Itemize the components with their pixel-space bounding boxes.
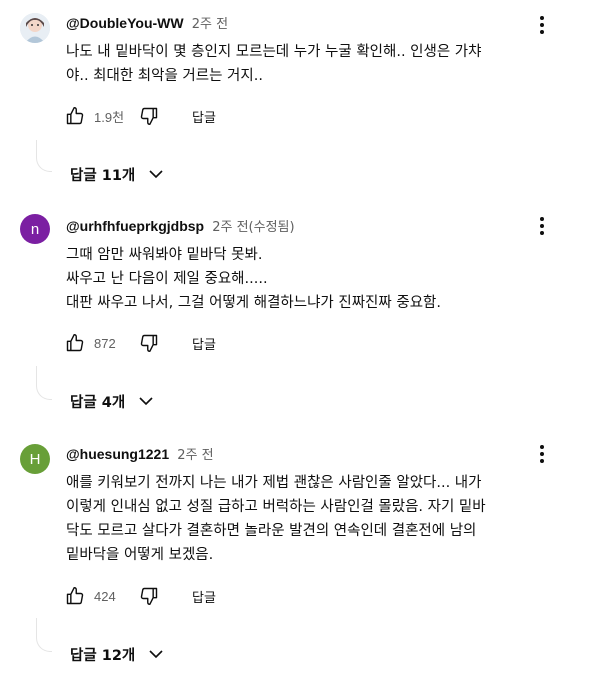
replies-label: 답글 11개 bbox=[70, 167, 136, 184]
replies-label: 답글 12개 bbox=[70, 647, 136, 664]
more-options-button[interactable] bbox=[532, 213, 552, 239]
comment-line: 애를 키워보기 전까지 나는 내가 제법 괜찮은 사람인줄 알았다... 내가 bbox=[66, 475, 482, 491]
comment-actions: 424 답글 bbox=[64, 584, 216, 608]
comment-text: 나도 내 밑바닥이 몇 층인지 모르는데 누가 누굴 확인해.. 인생은 가챠 … bbox=[66, 40, 566, 88]
avatar[interactable]: H bbox=[20, 444, 50, 474]
comment-actions: 1.9천 답글 bbox=[64, 104, 216, 128]
dislike-button[interactable] bbox=[138, 332, 160, 354]
comment-line: 싸우고 난 다음이 제일 중요해..... bbox=[66, 271, 268, 287]
like-button[interactable] bbox=[64, 332, 86, 354]
comment-line: 대판 싸우고 나서, 그걸 어떻게 해결하느냐가 진짜진짜 중요함. bbox=[66, 295, 441, 311]
dislike-button[interactable] bbox=[138, 585, 160, 607]
chevron-down-icon bbox=[137, 392, 155, 410]
reply-button[interactable]: 답글 bbox=[192, 107, 216, 126]
view-replies-button[interactable]: 답글 11개 bbox=[70, 162, 165, 186]
comment-line: 밑바닥을 어떻게 보겠음. bbox=[66, 547, 214, 563]
thread-connector bbox=[36, 140, 52, 172]
comment-line: 나도 내 밑바닥이 몇 층인지 모르는데 누가 누굴 확인해.. 인생은 가챠 bbox=[66, 44, 482, 60]
comment-time[interactable]: 2주 전 bbox=[192, 17, 228, 32]
replies-label: 답글 4개 bbox=[70, 394, 126, 411]
thumbs-up-icon bbox=[66, 333, 84, 352]
comment-text: 그때 암만 싸워봐야 밑바닥 못봐. 싸우고 난 다음이 제일 중요해.....… bbox=[66, 243, 566, 315]
comment-author[interactable]: @urhfhfueprkgjdbsp bbox=[66, 218, 204, 234]
avatar[interactable] bbox=[20, 13, 50, 43]
comment-line: 닥도 모르고 살다가 결혼하면 놀라운 발견의 연속인데 결혼전에 남의 bbox=[66, 523, 477, 539]
more-options-button[interactable] bbox=[532, 441, 552, 467]
view-replies-button[interactable]: 답글 12개 bbox=[70, 642, 165, 666]
thumbs-down-icon bbox=[140, 587, 158, 606]
more-options-button[interactable] bbox=[532, 12, 552, 38]
like-count: 872 bbox=[94, 335, 116, 351]
reply-button[interactable]: 답글 bbox=[192, 587, 216, 606]
comment-line: 그때 암만 싸워봐야 밑바닥 못봐. bbox=[66, 247, 263, 263]
avatar-image-icon bbox=[20, 13, 50, 43]
like-count: 424 bbox=[94, 588, 116, 604]
view-replies-button[interactable]: 답글 4개 bbox=[70, 389, 155, 413]
comment-line: 이렇게 인내심 없고 성질 급하고 버럭하는 사람인걸 몰랐음. 자기 밑바 bbox=[66, 499, 486, 515]
like-button[interactable] bbox=[64, 105, 86, 127]
thumbs-up-icon bbox=[66, 586, 84, 605]
avatar[interactable]: n bbox=[20, 214, 50, 244]
comment-time[interactable]: 2주 전(수정됨) bbox=[212, 220, 294, 235]
reply-button[interactable]: 답글 bbox=[192, 334, 216, 353]
thumbs-up-icon bbox=[66, 106, 84, 125]
chevron-down-icon bbox=[147, 165, 165, 183]
thumbs-down-icon bbox=[140, 107, 158, 126]
comment-meta: @huesung1221 2주 전 bbox=[66, 445, 214, 465]
comment-time[interactable]: 2주 전 bbox=[177, 448, 213, 463]
comment-line: 야.. 최대한 최악을 거르는 거지.. bbox=[66, 68, 263, 84]
comment-author[interactable]: @huesung1221 bbox=[66, 446, 169, 462]
chevron-down-icon bbox=[147, 645, 165, 663]
comment-meta: @DoubleYou-WW 2주 전 bbox=[66, 14, 228, 34]
comment-meta: @urhfhfueprkgjdbsp 2주 전(수정됨) bbox=[66, 217, 295, 237]
thread-connector bbox=[36, 366, 52, 400]
comment-text: 애를 키워보기 전까지 나는 내가 제법 괜찮은 사람인줄 알았다... 내가 … bbox=[66, 471, 566, 567]
dislike-button[interactable] bbox=[138, 105, 160, 127]
thumbs-down-icon bbox=[140, 334, 158, 353]
like-count: 1.9천 bbox=[94, 109, 125, 125]
thread-connector bbox=[36, 618, 52, 652]
comment-actions: 872 답글 bbox=[64, 331, 216, 355]
like-button[interactable] bbox=[64, 585, 86, 607]
comment-author[interactable]: @DoubleYou-WW bbox=[66, 15, 184, 31]
